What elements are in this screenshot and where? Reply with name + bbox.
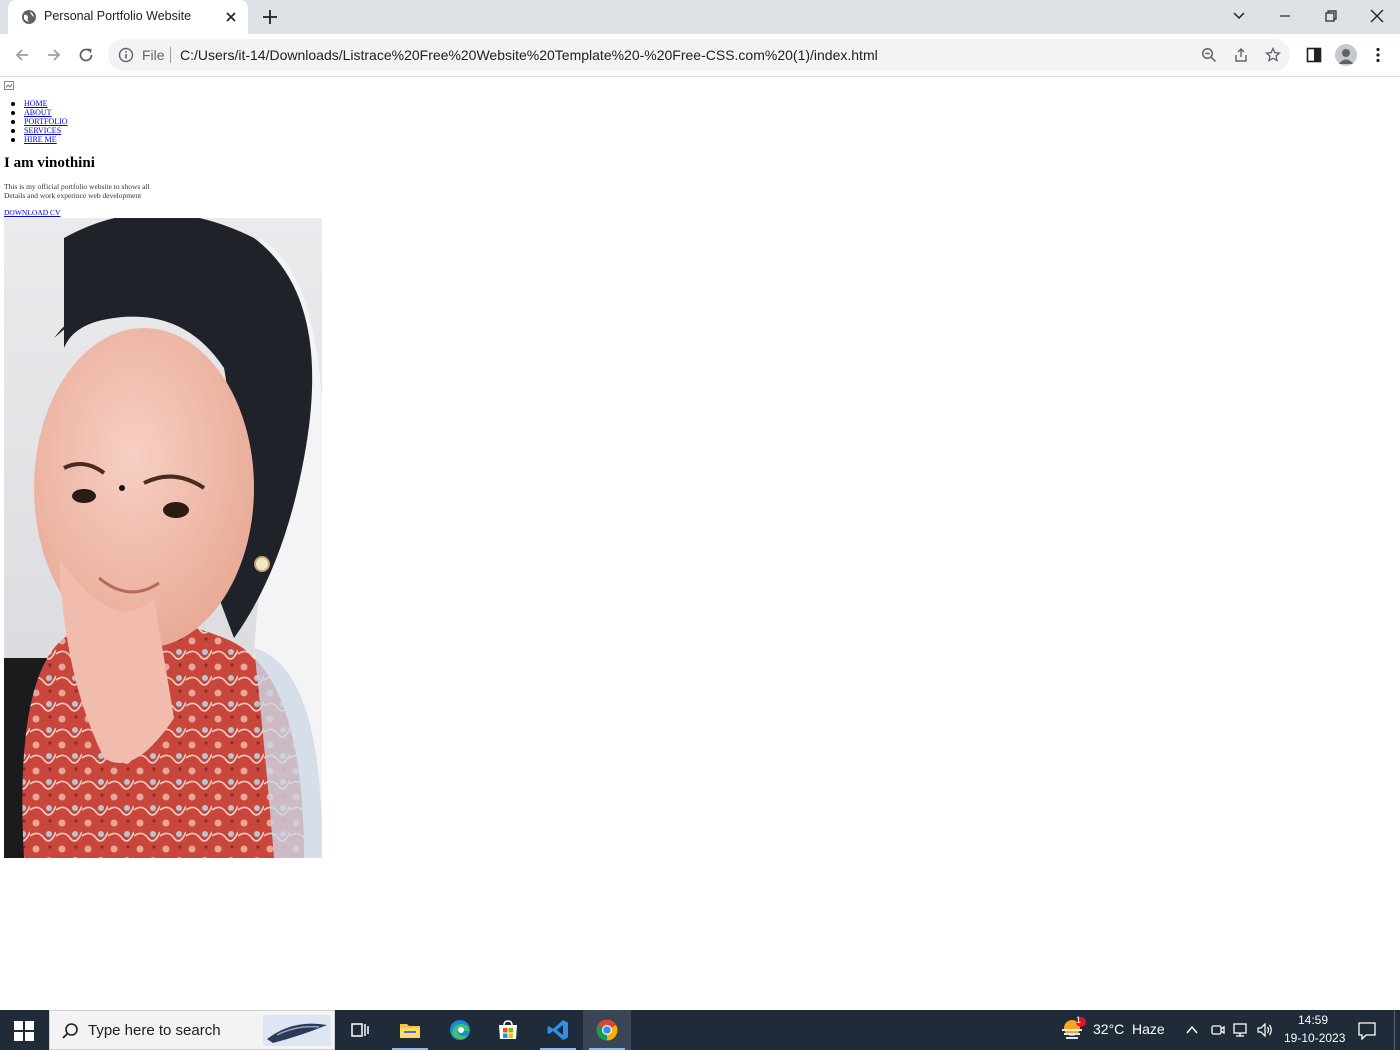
nav-item: HOME bbox=[11, 99, 68, 108]
browser-toolbar: File C:/Users/it-14/Downloads/Listrace%2… bbox=[0, 34, 1400, 77]
close-window-icon[interactable] bbox=[1367, 6, 1387, 26]
chrome-button[interactable] bbox=[583, 1010, 631, 1050]
nav-link-services[interactable]: SERVICES bbox=[24, 126, 61, 135]
show-desktop-divider[interactable] bbox=[1394, 1010, 1395, 1050]
task-view-button[interactable] bbox=[336, 1010, 384, 1050]
file-explorer-button[interactable] bbox=[386, 1010, 434, 1050]
vscode-icon bbox=[547, 1020, 568, 1040]
weather-haze-icon bbox=[1062, 1017, 1086, 1039]
file-explorer-icon bbox=[400, 1024, 420, 1038]
windows-taskbar: Type here to search 1 32°C Haze 14:59 19… bbox=[0, 1010, 1400, 1050]
profile-avatar[interactable] bbox=[1335, 44, 1357, 66]
minimize-icon[interactable] bbox=[1275, 6, 1295, 26]
windows-start-icon[interactable] bbox=[14, 1021, 34, 1041]
new-tab-icon[interactable] bbox=[261, 8, 279, 26]
hero-title: I am vinothini bbox=[4, 155, 95, 171]
store-bag-icon bbox=[499, 1020, 517, 1039]
hero-description-line: Details and work experince web developme… bbox=[4, 191, 142, 200]
weather-temp: 32°C bbox=[1093, 1021, 1125, 1037]
nav-link-about[interactable]: ABOUT bbox=[24, 108, 52, 117]
zoom-icon[interactable] bbox=[1201, 47, 1217, 63]
network-icon[interactable] bbox=[1232, 1022, 1250, 1038]
kebab-menu-icon[interactable] bbox=[1369, 46, 1387, 64]
forward-arrow-icon[interactable] bbox=[45, 46, 63, 64]
nav-link-portfolio[interactable]: PORTFOLIO bbox=[24, 117, 68, 126]
nav-link-home[interactable]: HOME bbox=[24, 99, 48, 108]
site-nav: HOME ABOUT PORTFOLIO SERVICES HIRE ME bbox=[11, 99, 68, 144]
volume-icon[interactable] bbox=[1256, 1022, 1274, 1038]
nav-item: PORTFOLIO bbox=[11, 117, 68, 126]
address-divider bbox=[170, 47, 171, 63]
url-text[interactable]: C:/Users/it-14/Downloads/Listrace%20Free… bbox=[180, 47, 878, 63]
vscode-button[interactable] bbox=[534, 1010, 582, 1050]
weather-badge: 1 bbox=[1076, 1015, 1082, 1025]
search-placeholder: Type here to search bbox=[88, 1022, 221, 1039]
nav-item: SERVICES bbox=[11, 126, 68, 135]
globe-icon bbox=[22, 10, 36, 24]
hero-description: This is my official portfolio website to… bbox=[4, 182, 174, 200]
weather-condition: Haze bbox=[1132, 1021, 1165, 1037]
share-icon[interactable] bbox=[1233, 47, 1249, 63]
side-panel-icon[interactable] bbox=[1305, 46, 1323, 64]
microsoft-store-button[interactable] bbox=[484, 1010, 532, 1050]
taskbar-search-box[interactable]: Type here to search bbox=[49, 1010, 335, 1050]
notification-center-icon[interactable] bbox=[1357, 1021, 1377, 1040]
edge-icon bbox=[450, 1020, 470, 1040]
clock-date[interactable]: 19-10-2023 bbox=[1284, 1031, 1345, 1045]
search-highlight-art bbox=[263, 1015, 331, 1046]
search-icon bbox=[62, 1023, 78, 1039]
close-tab-icon[interactable] bbox=[224, 10, 238, 24]
hero-description-line: This is my official portfolio website to… bbox=[4, 182, 150, 191]
profile-person-icon bbox=[1338, 49, 1354, 64]
task-view-icon bbox=[351, 1023, 369, 1037]
tab-search-chevron-icon[interactable] bbox=[1229, 6, 1249, 26]
info-icon[interactable] bbox=[118, 47, 134, 63]
download-cv-link[interactable]: DOWNLOAD CV bbox=[4, 208, 60, 217]
tab-title: Personal Portfolio Website bbox=[44, 9, 192, 23]
nav-item: HIRE ME bbox=[11, 135, 68, 144]
nav-link-hire-me[interactable]: HIRE ME bbox=[24, 135, 57, 144]
nav-item: ABOUT bbox=[11, 108, 68, 117]
chrome-icon bbox=[596, 1019, 618, 1041]
address-bar[interactable]: File C:/Users/it-14/Downloads/Listrace%2… bbox=[108, 39, 1290, 71]
edge-browser-button[interactable] bbox=[436, 1010, 484, 1050]
browser-tab[interactable]: Personal Portfolio Website bbox=[8, 0, 248, 34]
profile-photo bbox=[4, 218, 322, 858]
restore-icon[interactable] bbox=[1321, 6, 1341, 26]
scheme-label: File bbox=[142, 47, 165, 63]
meet-now-icon[interactable] bbox=[1210, 1022, 1226, 1038]
broken-image-icon bbox=[4, 81, 14, 90]
chevron-up-icon[interactable] bbox=[1185, 1023, 1199, 1037]
back-arrow-icon[interactable] bbox=[13, 46, 31, 64]
clock-time[interactable]: 14:59 bbox=[1298, 1013, 1328, 1027]
browser-tab-strip: Personal Portfolio Website bbox=[0, 0, 1400, 34]
reload-icon[interactable] bbox=[77, 46, 95, 64]
bookmark-star-icon[interactable] bbox=[1265, 47, 1281, 63]
web-page: HOME ABOUT PORTFOLIO SERVICES HIRE ME I … bbox=[0, 77, 1400, 1009]
